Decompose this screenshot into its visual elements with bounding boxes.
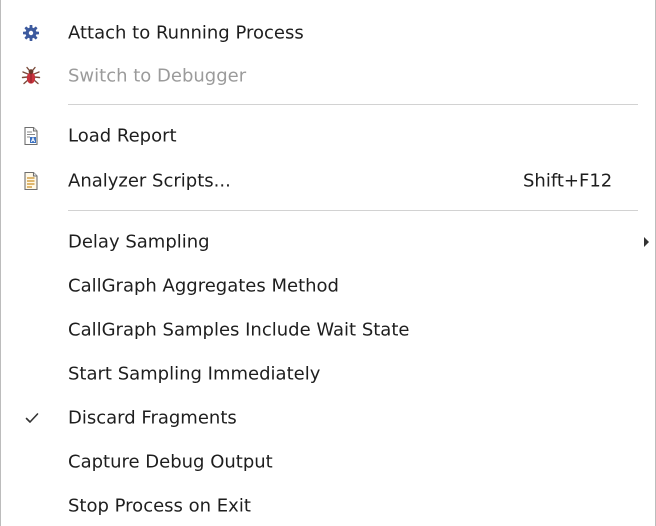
menu-separator xyxy=(68,210,638,211)
menu-item-label: Start Sampling Immediately xyxy=(68,363,321,385)
bug-icon xyxy=(21,66,41,85)
menu-item-label: Switch to Debugger xyxy=(68,65,247,87)
menu-item-load-report[interactable]: Load Report xyxy=(1,114,655,158)
menu-separator xyxy=(68,104,638,105)
menu-item-shortcut: Shift+F12 xyxy=(523,170,613,192)
menu-item-callgraph-samples-include-wait-state[interactable]: CallGraph Samples Include Wait State xyxy=(1,308,655,352)
menu-item-label: CallGraph Aggregates Method xyxy=(68,275,339,297)
menu-item-stop-process-on-exit[interactable]: Stop Process on Exit xyxy=(1,484,655,526)
menu-item-analyzer-scripts[interactable]: Analyzer Scripts... Shift+F12 xyxy=(1,159,655,203)
report-document-icon xyxy=(24,126,38,146)
menu-item-switch-to-debugger[interactable]: Switch to Debugger xyxy=(1,54,655,98)
menu-item-label: Analyzer Scripts... xyxy=(68,170,231,192)
checkmark-icon xyxy=(25,413,39,423)
menu-item-label: CallGraph Samples Include Wait State xyxy=(68,319,410,341)
menu-item-label: Stop Process on Exit xyxy=(68,495,251,517)
gear-icon xyxy=(23,25,39,41)
submenu-arrow-icon xyxy=(644,237,649,247)
menu-item-label: Attach to Running Process xyxy=(68,22,304,44)
menu-item-delay-sampling[interactable]: Delay Sampling xyxy=(1,220,655,264)
context-menu: Attach to Running Process Switch to Debu… xyxy=(0,0,656,526)
menu-item-label: Delay Sampling xyxy=(68,231,210,253)
menu-item-label: Capture Debug Output xyxy=(68,451,273,473)
menu-item-label: Discard Fragments xyxy=(68,407,237,429)
menu-item-callgraph-aggregates-method[interactable]: CallGraph Aggregates Method xyxy=(1,264,655,308)
menu-item-label: Load Report xyxy=(68,125,177,147)
menu-item-start-sampling-immediately[interactable]: Start Sampling Immediately xyxy=(1,352,655,396)
menu-item-attach-to-running-process[interactable]: Attach to Running Process xyxy=(1,11,655,55)
menu-item-capture-debug-output[interactable]: Capture Debug Output xyxy=(1,440,655,484)
script-document-icon xyxy=(24,171,38,191)
menu-item-discard-fragments[interactable]: Discard Fragments xyxy=(1,396,655,440)
